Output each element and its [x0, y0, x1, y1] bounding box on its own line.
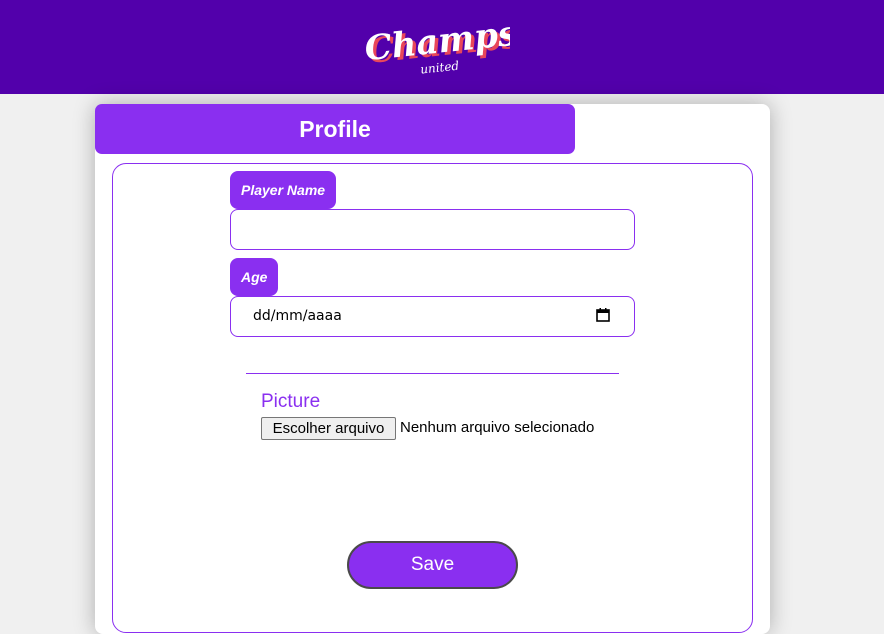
section-divider	[246, 373, 619, 374]
profile-title: Profile	[95, 104, 575, 154]
choose-file-button[interactable]: Escolher arquivo	[261, 417, 396, 440]
picture-label: Picture	[261, 391, 321, 412]
player-name-input[interactable]	[230, 209, 635, 250]
age-date-value: dd/mm/aaaa	[253, 308, 342, 324]
svg-text:united: united	[420, 59, 460, 77]
save-button[interactable]: Save	[347, 541, 518, 589]
top-header: Champs Champs united	[0, 0, 884, 94]
age-label: Age	[230, 258, 279, 296]
age-date-input[interactable]: dd/mm/aaaa	[230, 296, 635, 337]
champs-united-logo: Champs Champs united	[363, 14, 510, 77]
player-name-label: Player Name	[230, 171, 337, 209]
calendar-icon[interactable]	[596, 308, 610, 322]
file-status-text: Nenhum arquivo selecionado	[400, 419, 595, 436]
